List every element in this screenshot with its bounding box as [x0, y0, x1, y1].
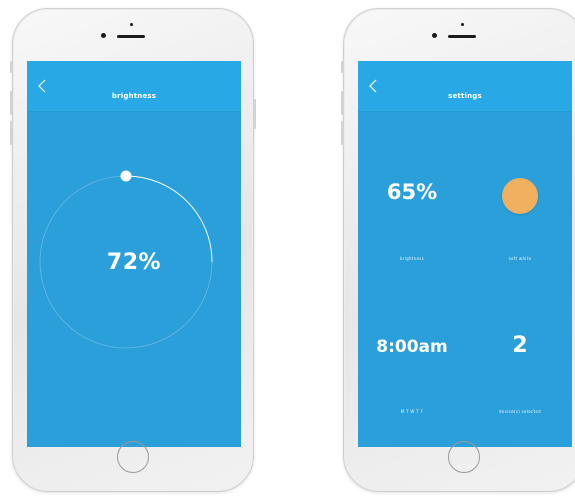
devices-count[interactable]: 2 [480, 333, 560, 358]
proximity-sensor [130, 23, 133, 26]
brightness-percent: 72% [106, 250, 162, 275]
mute-switch [341, 61, 344, 73]
schedule-time[interactable]: 8:00am [362, 337, 462, 357]
front-camera [432, 33, 437, 38]
settings-screen: settings 65% brightness soft white 8:00a… [358, 61, 572, 447]
home-button[interactable] [448, 441, 480, 473]
nav-bar: brightness [27, 61, 241, 112]
home-button[interactable] [117, 441, 149, 473]
brightness-label: brightness [399, 256, 425, 261]
volume-up-button [341, 91, 344, 115]
page-title: settings [448, 92, 482, 100]
front-camera [101, 33, 106, 38]
brightness-dial[interactable] [27, 111, 241, 447]
earpiece-speaker [448, 35, 476, 38]
nav-bar: settings [358, 61, 572, 112]
soft-white-swatch[interactable] [502, 178, 538, 214]
devices-label: device(s) selected [499, 409, 541, 414]
brightness-value[interactable]: 65% [372, 180, 452, 204]
volume-up-button [10, 91, 13, 115]
earpiece-speaker [117, 35, 145, 38]
dial-handle [120, 170, 132, 182]
mute-switch [10, 61, 13, 73]
page-title: brightness [111, 92, 157, 100]
proximity-sensor [461, 23, 464, 26]
power-button [253, 99, 256, 129]
phone-brightness: brightness 72% [10, 8, 256, 492]
volume-down-button [341, 121, 344, 145]
volume-down-button [10, 121, 13, 145]
phone-settings: settings 65% brightness soft white 8:00a… [341, 8, 575, 492]
color-label: soft white [508, 256, 532, 261]
brightness-screen: brightness 72% [27, 61, 241, 447]
schedule-days: M T W T F [400, 409, 424, 414]
